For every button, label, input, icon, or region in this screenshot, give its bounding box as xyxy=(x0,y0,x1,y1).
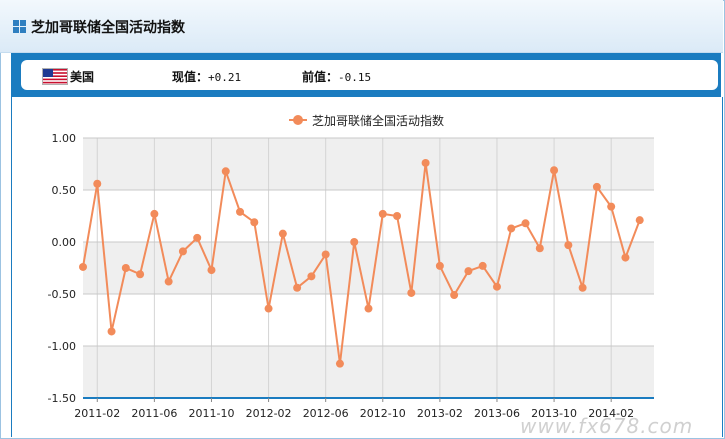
data-point xyxy=(278,229,287,238)
legend-label: 芝加哥联储全国活动指数 xyxy=(312,113,444,128)
data-point xyxy=(421,158,430,167)
data-point xyxy=(193,233,202,242)
data-point xyxy=(107,327,116,336)
data-point xyxy=(93,179,102,188)
data-point xyxy=(121,264,130,272)
data-point xyxy=(364,304,373,313)
data-point xyxy=(564,241,573,250)
data-point xyxy=(621,253,630,262)
data-point xyxy=(221,167,230,176)
line-chart: 1.00 0.50 0.00 -0.50 -1.00 -1.50 2011-02 2011-… xyxy=(48,113,654,420)
data-point xyxy=(478,261,487,270)
legend-marker xyxy=(293,115,303,125)
data-point xyxy=(178,247,187,256)
data-point xyxy=(492,282,501,291)
legend[interactable]: 芝加哥联储全国活动指数 xyxy=(289,113,444,128)
y-axis-ticks: 1.00 0.50 0.00 -0.50 -1.00 -1.50 xyxy=(48,132,76,405)
data-point xyxy=(350,238,359,246)
plot-bands xyxy=(83,138,654,398)
data-point xyxy=(236,207,245,216)
data-point xyxy=(550,166,559,175)
data-point xyxy=(535,244,544,253)
plot-band xyxy=(83,138,654,190)
data-point xyxy=(507,224,516,233)
data-point xyxy=(164,277,173,286)
data-point xyxy=(407,288,416,297)
data-point xyxy=(150,209,159,218)
x-tick-label: 2012-06 xyxy=(303,407,349,420)
plot-band xyxy=(83,242,654,294)
data-point xyxy=(335,359,344,368)
y-tick-label: -1.50 xyxy=(48,392,76,405)
data-point xyxy=(136,270,145,279)
x-tick-label: 2011-02 xyxy=(74,407,120,420)
data-point xyxy=(393,212,402,220)
data-point xyxy=(321,250,330,259)
data-point xyxy=(635,216,644,225)
x-tick-label: 2011-10 xyxy=(188,407,234,420)
data-point xyxy=(79,262,87,271)
x-tick-label: 2011-06 xyxy=(131,407,177,420)
plot-band xyxy=(83,346,654,398)
x-tick-label: 2012-02 xyxy=(246,407,292,420)
data-point xyxy=(450,291,459,300)
watermark-text: www.fx678.com xyxy=(520,414,694,438)
data-point xyxy=(521,219,530,228)
x-tick-label: 2013-06 xyxy=(474,407,520,420)
y-tick-label: 0.50 xyxy=(52,184,77,197)
data-point xyxy=(378,209,387,218)
data-point xyxy=(207,266,216,275)
y-tick-label: -0.50 xyxy=(48,288,76,301)
x-tick-label: 2013-02 xyxy=(417,407,463,420)
y-tick-label: -1.00 xyxy=(48,340,76,353)
data-point xyxy=(250,218,259,227)
y-tick-label: 1.00 xyxy=(52,132,77,145)
data-point xyxy=(264,304,273,313)
data-point xyxy=(464,267,473,276)
data-point xyxy=(307,272,316,281)
data-point xyxy=(607,202,616,211)
data-point xyxy=(293,283,302,292)
data-point xyxy=(435,261,444,270)
y-tick-label: 0.00 xyxy=(52,236,77,249)
x-tick-label: 2012-10 xyxy=(360,407,406,420)
data-point xyxy=(578,283,587,292)
data-point xyxy=(592,182,601,191)
